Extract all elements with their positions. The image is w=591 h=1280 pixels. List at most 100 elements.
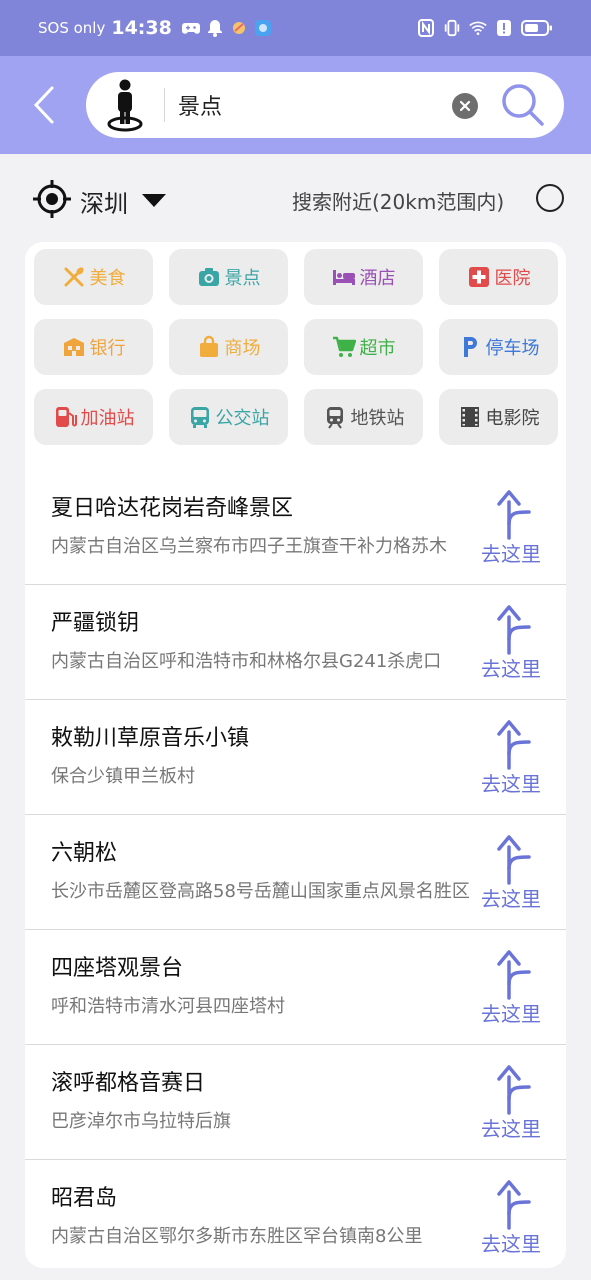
nearby-search-label[interactable]: 搜索附近(20km范围内): [292, 186, 504, 215]
film-icon: [460, 407, 479, 427]
search-button[interactable]: [500, 82, 546, 128]
clock: 14:38: [111, 17, 172, 39]
category-food[interactable]: 美食: [34, 249, 153, 305]
subway-icon: [326, 407, 343, 429]
result-address: 长沙市岳麓区登高路58号岳麓山国家重点风景名胜区: [51, 881, 470, 902]
result-address: 内蒙古自治区鄂尔多斯市东胜区罕台镇南8公里: [51, 1226, 423, 1247]
result-title: 四座塔观景台: [51, 956, 184, 981]
go-here-button[interactable]: 去这里: [475, 599, 555, 689]
locate-icon[interactable]: [33, 180, 71, 218]
result-title: 夏日哈达花岗岩奇峰景区: [51, 496, 294, 521]
nfc-icon: [417, 19, 435, 37]
route-arrow-icon: [497, 950, 531, 1000]
game-controller-icon: [181, 19, 200, 37]
category-bank[interactable]: 银行: [34, 319, 153, 375]
search-header: [0, 56, 591, 154]
route-arrow-icon: [497, 490, 531, 540]
city-selector[interactable]: 深圳: [80, 184, 128, 219]
list-item[interactable]: 夏日哈达花岗岩奇峰景区 内蒙古自治区乌兰察布市四子王旗查干补力格苏木 去这里: [25, 470, 566, 585]
route-arrow-icon: [497, 1180, 531, 1230]
back-button[interactable]: [26, 82, 62, 128]
list-item[interactable]: 敕勒川草原音乐小镇 保合少镇甲兰板村 去这里: [25, 700, 566, 815]
go-here-button[interactable]: 去这里: [475, 1174, 555, 1264]
bus-icon: [190, 407, 209, 428]
category-supermarket[interactable]: 超市: [304, 319, 423, 375]
result-address: 保合少镇甲兰板村: [51, 766, 195, 787]
nearby-radio[interactable]: [536, 184, 564, 212]
person-icon[interactable]: [106, 78, 144, 132]
clear-icon: [459, 100, 471, 112]
category-label: 地铁站: [350, 408, 405, 429]
category-cinema[interactable]: 电影院: [439, 389, 558, 445]
app-icon: [254, 19, 272, 37]
bank-icon: [63, 338, 84, 356]
go-here-button[interactable]: 去这里: [475, 944, 555, 1034]
list-item[interactable]: 六朝松 长沙市岳麓区登高路58号岳麓山国家重点风景名胜区 去这里: [25, 815, 566, 930]
category-label: 酒店: [359, 268, 396, 289]
category-label: 景点: [224, 268, 261, 289]
status-bar: SOS only 14:38: [0, 0, 591, 56]
gas-pump-icon: [55, 407, 77, 427]
battery-icon: [521, 19, 553, 37]
result-address: 内蒙古自治区乌兰察布市四子王旗查干补力格苏木: [51, 536, 447, 557]
category-mall[interactable]: 商场: [169, 319, 288, 375]
category-bus-stop[interactable]: 公交站: [169, 389, 288, 445]
category-label: 医院: [494, 268, 531, 289]
go-here-button[interactable]: 去这里: [475, 484, 555, 574]
category-label: 电影院: [485, 408, 540, 429]
result-title: 昭君岛: [51, 1186, 118, 1211]
search-input[interactable]: [178, 72, 448, 138]
vibrate-icon: [443, 19, 461, 37]
go-here-label: 去这里: [481, 657, 541, 681]
go-here-button[interactable]: 去这里: [475, 829, 555, 919]
category-subway[interactable]: 地铁站: [304, 389, 423, 445]
list-item[interactable]: 滚呼都格音赛日 巴彦淖尔市乌拉特后旗 去这里: [25, 1045, 566, 1160]
route-arrow-icon: [497, 1065, 531, 1115]
results-list: 夏日哈达花岗岩奇峰景区 内蒙古自治区乌兰察布市四子王旗查干补力格苏木 去这里 严…: [25, 470, 566, 1268]
category-gas-station[interactable]: 加油站: [34, 389, 153, 445]
result-title: 敕勒川草原音乐小镇: [51, 726, 250, 751]
category-label: 美食: [89, 268, 126, 289]
category-label: 停车场: [485, 338, 540, 359]
chevron-down-icon[interactable]: [142, 194, 166, 207]
category-parking[interactable]: 停车场: [439, 319, 558, 375]
result-address: 呼和浩特市清水河县四座塔村: [51, 996, 285, 1017]
list-item[interactable]: 昭君岛 内蒙古自治区鄂尔多斯市东胜区罕台镇南8公里 去这里: [25, 1160, 566, 1268]
search-bar: [86, 72, 564, 138]
app-icon: [230, 19, 248, 37]
bell-icon: [206, 19, 224, 37]
go-here-label: 去这里: [481, 1117, 541, 1141]
category-label: 商场: [224, 338, 261, 359]
go-here-label: 去这里: [481, 1232, 541, 1256]
parking-icon: [463, 337, 477, 357]
bed-icon: [332, 270, 355, 285]
search-icon: [502, 84, 544, 126]
result-address: 巴彦淖尔市乌拉特后旗: [51, 1111, 231, 1132]
carrier-text: SOS only: [38, 19, 106, 37]
route-arrow-icon: [497, 835, 531, 885]
result-title: 滚呼都格音赛日: [51, 1071, 206, 1096]
route-arrow-icon: [497, 720, 531, 770]
category-hotel[interactable]: 酒店: [304, 249, 423, 305]
back-arrow-icon: [33, 86, 54, 124]
alert-icon: [495, 19, 513, 37]
go-here-button[interactable]: 去这里: [475, 1059, 555, 1149]
category-hospital[interactable]: 医院: [439, 249, 558, 305]
category-label: 公交站: [215, 408, 270, 429]
search-divider: [164, 88, 165, 122]
go-here-label: 去这里: [481, 887, 541, 911]
clear-button[interactable]: [452, 93, 478, 119]
location-row: 深圳 搜索附近(20km范围内): [0, 154, 591, 242]
utensils-icon: [64, 267, 84, 287]
category-label: 银行: [89, 338, 126, 359]
cart-icon: [332, 336, 356, 357]
shopping-bag-icon: [199, 335, 218, 357]
category-label: 超市: [359, 338, 396, 359]
go-here-label: 去这里: [481, 1002, 541, 1026]
list-item[interactable]: 严疆锁钥 内蒙古自治区呼和浩特市和林格尔县G241杀虎口 去这里: [25, 585, 566, 700]
go-here-button[interactable]: 去这里: [475, 714, 555, 804]
category-scenic[interactable]: 景点: [169, 249, 288, 305]
list-item[interactable]: 四座塔观景台 呼和浩特市清水河县四座塔村 去这里: [25, 930, 566, 1045]
medical-cross-icon: [468, 267, 489, 287]
go-here-label: 去这里: [481, 542, 541, 566]
